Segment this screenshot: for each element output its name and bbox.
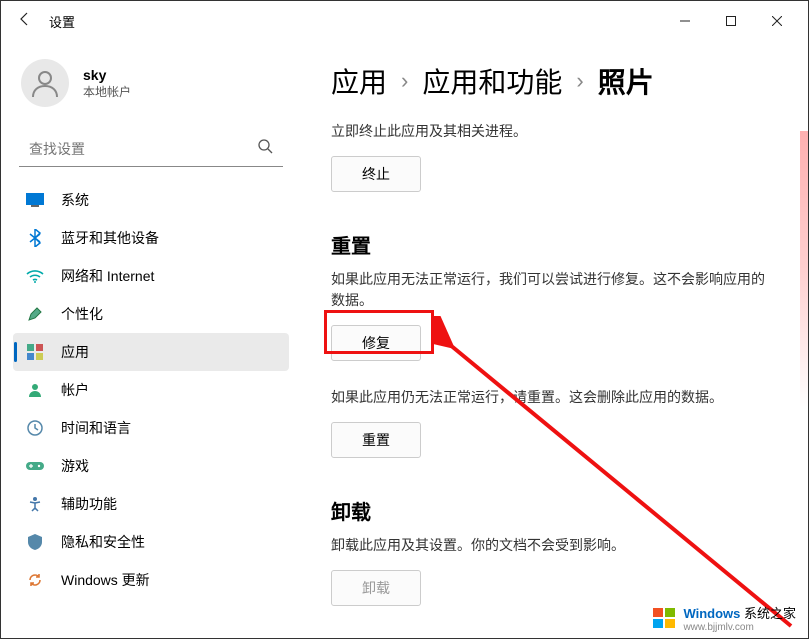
watermark-url: www.bjjmlv.com <box>683 622 796 633</box>
sidebar-item-windows-update[interactable]: Windows 更新 <box>13 561 289 599</box>
sidebar-item-label: 个性化 <box>61 304 103 324</box>
watermark: Windows 系统之家 www.bjjmlv.com <box>651 603 796 633</box>
window-title: 设置 <box>49 12 75 31</box>
reset-button[interactable]: 重置 <box>331 422 421 458</box>
reset-section-title: 重置 <box>331 230 773 259</box>
close-button[interactable] <box>754 5 800 37</box>
user-block[interactable]: sky 本地帐户 <box>13 49 289 125</box>
gaming-icon <box>25 456 45 476</box>
close-icon <box>772 16 782 26</box>
sidebar-item-time-language[interactable]: 时间和语言 <box>13 409 289 447</box>
update-icon <box>25 570 45 590</box>
personalize-icon <box>25 304 45 324</box>
terminate-desc: 立即终止此应用及其相关进程。 <box>331 121 773 142</box>
repair-button[interactable]: 修复 <box>331 325 421 361</box>
sidebar-item-accessibility[interactable]: 辅助功能 <box>13 485 289 523</box>
sidebar-item-label: 系统 <box>61 190 89 210</box>
sidebar-item-label: Windows 更新 <box>61 570 150 590</box>
sidebar-item-label: 游戏 <box>61 456 89 476</box>
system-icon <box>25 190 45 210</box>
account-type: 本地帐户 <box>83 83 131 100</box>
breadcrumb: 应用 › 应用和功能 › 照片 <box>331 61 773 101</box>
search-input[interactable] <box>29 141 258 157</box>
chevron-right-icon: › <box>576 68 583 94</box>
network-icon <box>25 266 45 286</box>
watermark-brand: Windows 系统之家 <box>683 603 796 622</box>
windows-logo-icon <box>651 605 677 631</box>
sidebar-item-personalization[interactable]: 个性化 <box>13 295 289 333</box>
window-controls <box>662 5 800 37</box>
sidebar-item-label: 应用 <box>61 342 89 362</box>
sidebar-item-label: 隐私和安全性 <box>61 532 145 552</box>
sidebar-item-label: 网络和 Internet <box>61 266 154 286</box>
back-arrow-icon <box>17 11 33 27</box>
accounts-icon <box>25 380 45 400</box>
sidebar-item-label: 帐户 <box>61 380 89 400</box>
search-icon <box>258 139 273 158</box>
uninstall-button: 卸载 <box>331 570 421 606</box>
reset-desc: 如果此应用仍无法正常运行，请重置。这会删除此应用的数据。 <box>331 387 773 408</box>
time-icon <box>25 418 45 438</box>
sidebar-item-accounts[interactable]: 帐户 <box>13 371 289 409</box>
avatar <box>21 59 69 107</box>
terminate-button[interactable]: 终止 <box>331 156 421 192</box>
minimize-button[interactable] <box>662 5 708 37</box>
bluetooth-icon <box>25 228 45 248</box>
sidebar-item-privacy[interactable]: 隐私和安全性 <box>13 523 289 561</box>
user-name: sky <box>83 67 131 83</box>
sidebar-item-apps[interactable]: 应用 <box>13 333 289 371</box>
sidebar: sky 本地帐户 系统 蓝牙和其他设备 网络和 Internet 个性化 应用 <box>1 41 301 640</box>
sidebar-item-bluetooth[interactable]: 蓝牙和其他设备 <box>13 219 289 257</box>
repair-desc: 如果此应用无法正常运行，我们可以尝试进行修复。这不会影响应用的数据。 <box>331 269 773 311</box>
apps-icon <box>25 342 45 362</box>
breadcrumb-current: 照片 <box>598 61 654 101</box>
search-box[interactable] <box>19 131 283 167</box>
content-pane: 应用 › 应用和功能 › 照片 立即终止此应用及其相关进程。 终止 重置 如果此… <box>311 41 808 638</box>
titlebar: 设置 <box>1 1 808 41</box>
breadcrumb-apps[interactable]: 应用 <box>331 61 387 101</box>
shield-icon <box>25 532 45 552</box>
minimize-icon <box>680 16 690 26</box>
maximize-icon <box>726 16 736 26</box>
sidebar-item-network[interactable]: 网络和 Internet <box>13 257 289 295</box>
decorative-sidebar-edge <box>800 131 808 411</box>
sidebar-item-label: 时间和语言 <box>61 418 131 438</box>
uninstall-section-title: 卸载 <box>331 496 773 525</box>
sidebar-item-label: 辅助功能 <box>61 494 117 514</box>
nav-list: 系统 蓝牙和其他设备 网络和 Internet 个性化 应用 帐户 时间和语言 <box>13 181 289 599</box>
sidebar-item-label: 蓝牙和其他设备 <box>61 228 159 248</box>
person-icon <box>29 67 61 99</box>
chevron-right-icon: › <box>401 68 408 94</box>
accessibility-icon <box>25 494 45 514</box>
uninstall-desc: 卸载此应用及其设置。你的文档不会受到影响。 <box>331 535 773 556</box>
breadcrumb-apps-features[interactable]: 应用和功能 <box>422 61 562 101</box>
sidebar-item-system[interactable]: 系统 <box>13 181 289 219</box>
maximize-button[interactable] <box>708 5 754 37</box>
sidebar-item-gaming[interactable]: 游戏 <box>13 447 289 485</box>
back-button[interactable] <box>9 11 41 32</box>
